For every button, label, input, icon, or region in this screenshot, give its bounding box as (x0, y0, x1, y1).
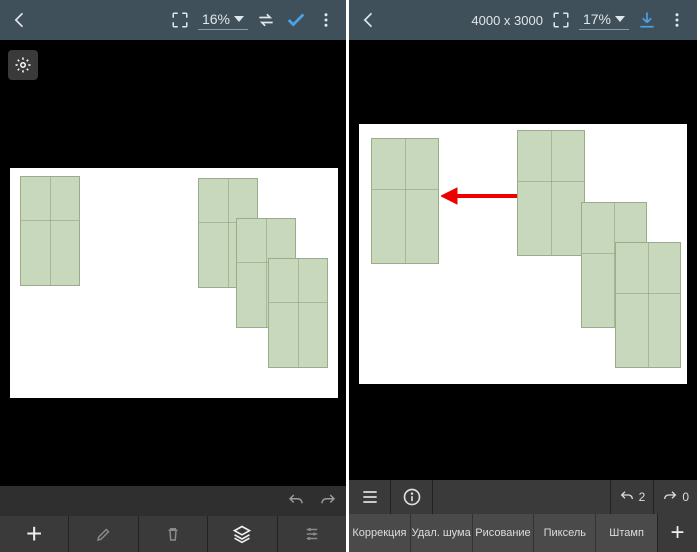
confirm-icon[interactable] (284, 8, 308, 32)
canvas[interactable] (10, 168, 338, 398)
zoom-label: 17% (583, 11, 611, 27)
tool-draw[interactable]: Рисование (472, 514, 534, 552)
menu-button[interactable] (349, 480, 391, 514)
fullscreen-icon[interactable] (168, 8, 192, 32)
fullscreen-icon[interactable] (549, 8, 573, 32)
topbar: 4000 x 3000 17% (349, 0, 697, 40)
map-fragment (517, 130, 585, 256)
redo-icon[interactable] (316, 489, 340, 513)
arrow-annotation (441, 184, 521, 208)
bottombar: + (0, 486, 346, 552)
back-icon[interactable] (357, 8, 381, 32)
tool-pixel[interactable]: Пиксель (533, 514, 595, 552)
canvas[interactable] (359, 124, 687, 384)
redo-counter[interactable]: 0 (653, 480, 697, 514)
more-icon[interactable] (665, 8, 689, 32)
info-button[interactable] (391, 480, 433, 514)
right-screenshot: 4000 x 3000 17% (349, 0, 697, 552)
tool-stamp[interactable]: Штамп (595, 514, 657, 552)
left-screenshot: 16% + (0, 0, 349, 552)
chevron-down-icon (234, 16, 244, 22)
zoom-dropdown[interactable]: 16% (198, 11, 248, 30)
tool-correction[interactable]: Коррекция (349, 514, 410, 552)
add-button[interactable]: + (0, 516, 68, 552)
undo-counter[interactable]: 2 (610, 480, 654, 514)
info-row: 2 0 (349, 480, 697, 514)
add-tool-button[interactable]: + (657, 514, 697, 552)
undo-icon[interactable] (284, 489, 308, 513)
tool-row: Коррекция Удал. шума Рисование Пиксель Ш… (349, 514, 697, 552)
settings-button[interactable] (8, 50, 38, 80)
more-icon[interactable] (314, 8, 338, 32)
tool-denoise[interactable]: Удал. шума (410, 514, 472, 552)
delete-button[interactable] (138, 516, 207, 552)
zoom-dropdown[interactable]: 17% (579, 11, 629, 30)
back-icon[interactable] (8, 8, 32, 32)
bottombar: 2 0 Коррекция Удал. шума Рисование Пиксе… (349, 480, 697, 552)
edit-button[interactable] (68, 516, 137, 552)
history-row (0, 486, 346, 516)
swap-icon[interactable] (254, 8, 278, 32)
sliders-button[interactable] (277, 516, 346, 552)
redo-count: 0 (682, 490, 689, 504)
map-fragment (268, 258, 328, 368)
dimensions-label: 4000 x 3000 (471, 13, 543, 28)
undo-count: 2 (639, 490, 646, 504)
chevron-down-icon (615, 16, 625, 22)
map-fragment (371, 138, 439, 264)
layers-button[interactable] (207, 516, 276, 552)
main-toolbar: + (0, 516, 346, 552)
map-fragment (20, 176, 80, 286)
download-icon[interactable] (635, 8, 659, 32)
zoom-label: 16% (202, 11, 230, 27)
map-fragment (615, 242, 681, 368)
topbar: 16% (0, 0, 346, 40)
